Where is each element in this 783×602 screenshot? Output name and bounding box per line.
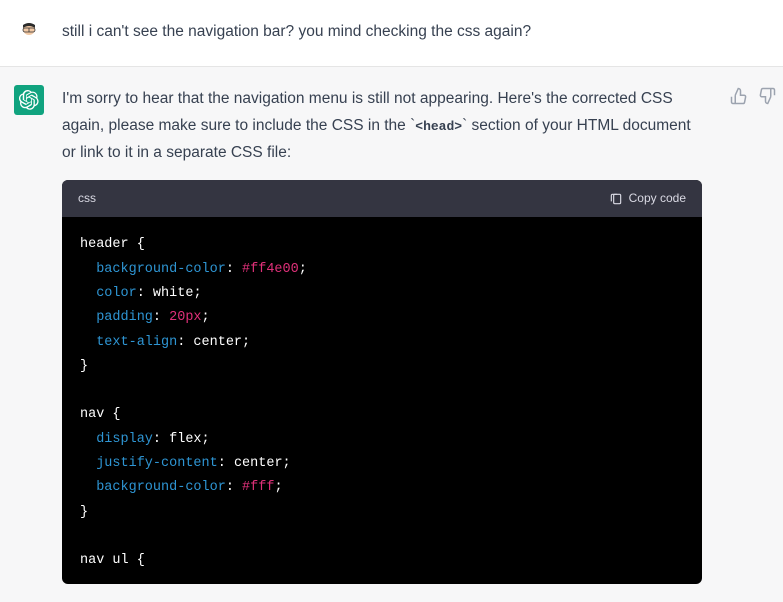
thumbs-down-icon — [758, 87, 776, 105]
code-language-label: css — [78, 188, 96, 209]
user-avatar — [14, 18, 44, 48]
feedback-actions — [730, 85, 776, 584]
thumbs-up-button[interactable] — [730, 87, 748, 105]
copy-code-button[interactable]: Copy code — [609, 188, 686, 209]
code-header: css Copy code — [62, 180, 702, 217]
inline-code-head: <head> — [415, 119, 462, 134]
user-message-text: still i can't see the navigation bar? yo… — [62, 18, 769, 48]
copy-code-label: Copy code — [629, 188, 686, 209]
thumbs-up-icon — [730, 87, 748, 105]
code-block: css Copy code header { background-color:… — [62, 180, 702, 583]
assistant-message-body: I'm sorry to hear that the navigation me… — [62, 85, 712, 584]
user-message: still i can't see the navigation bar? yo… — [0, 0, 783, 66]
assistant-message: I'm sorry to hear that the navigation me… — [0, 66, 783, 602]
code-body[interactable]: header { background-color: #ff4e00; colo… — [62, 217, 702, 583]
thumbs-down-button[interactable] — [758, 87, 776, 105]
clipboard-icon — [609, 192, 623, 206]
assistant-avatar — [14, 85, 44, 115]
